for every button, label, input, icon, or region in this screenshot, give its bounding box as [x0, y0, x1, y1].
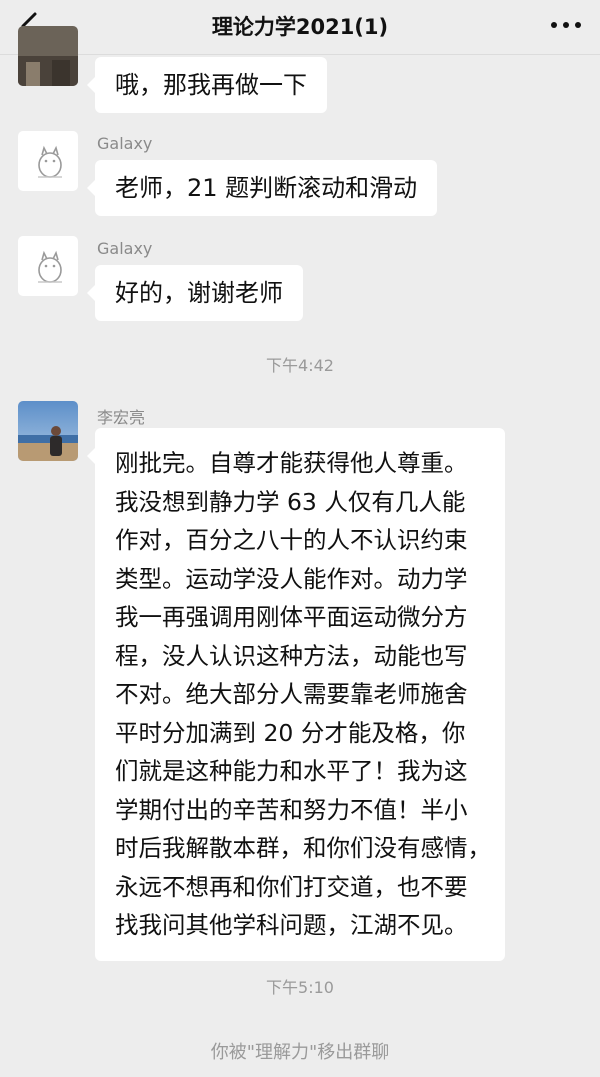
timestamp: 下午5:10 [266, 978, 334, 997]
message-bubble[interactable]: 哦，那我再做一下 [87, 57, 327, 113]
sender-name: Galaxy [97, 239, 153, 258]
message-bubble[interactable]: 好的，谢谢老师 [87, 265, 303, 321]
message-bubble[interactable]: 刚批完。自尊才能获得他人尊重。 我没想到静力学 63 人仅有几人能 作对，百分之… [87, 428, 505, 961]
nav-bar: 理论力学2021(1) [0, 0, 600, 55]
chat-title: 理论力学2021(1) [211, 15, 389, 39]
timestamp: 下午4:42 [266, 356, 334, 375]
message-line: 我没想到静力学 63 人仅有几人能 [115, 487, 466, 516]
message-text: 好的，谢谢老师 [115, 279, 283, 307]
message-line: 不对。绝大部分人需要靠老师施舍 [115, 680, 468, 708]
message-line: 永远不想再和你们打交道，也不要 [115, 872, 468, 901]
totoro-avatar[interactable] [18, 131, 78, 191]
message-bubble[interactable]: 老师，21 题判断滚动和滑动 [86, 160, 438, 216]
message-line: 们就是这种能力和水平了！我为这 [115, 757, 468, 785]
message-line: 程，没人认识这种方法，动能也写 [115, 641, 468, 670]
photo-avatar-image [18, 401, 78, 461]
message-line: 学期付出的辛苦和努力不值！半小 [115, 795, 468, 824]
totoro-icon [38, 250, 62, 283]
photo-avatar[interactable] [18, 401, 78, 461]
system-message: 你被"理解力"移出群聊 [210, 1042, 390, 1063]
message-line: 类型。运动学没人能作对。动力学 [115, 564, 468, 593]
message-line: 刚批完。自尊才能获得他人尊重。 [115, 449, 468, 477]
message-line: 作对，百分之八十的人不认识约束 [115, 526, 468, 554]
sender-name: Galaxy [97, 134, 153, 153]
totoro-icon [38, 145, 62, 178]
message-line: 找我问其他学科问题，江湖不见。 [115, 911, 468, 939]
message-text: 老师，21 题判断滚动和滑动 [115, 174, 418, 202]
photo-avatar[interactable] [18, 26, 78, 86]
more-dots-icon [551, 22, 581, 28]
message-line: 时后我解散本群，和你们没有感情， [115, 834, 491, 862]
message-line: 平时分加满到 20 分才能及格，你 [115, 718, 466, 747]
message-line: 我一再强调用刚体平面运动微分方 [115, 603, 468, 631]
totoro-avatar[interactable] [18, 236, 78, 296]
sender-name: 李宏亮 [97, 408, 146, 427]
more-button[interactable] [546, 10, 586, 40]
message-text: 哦，那我再做一下 [115, 71, 307, 99]
photo-avatar-image [18, 26, 78, 86]
